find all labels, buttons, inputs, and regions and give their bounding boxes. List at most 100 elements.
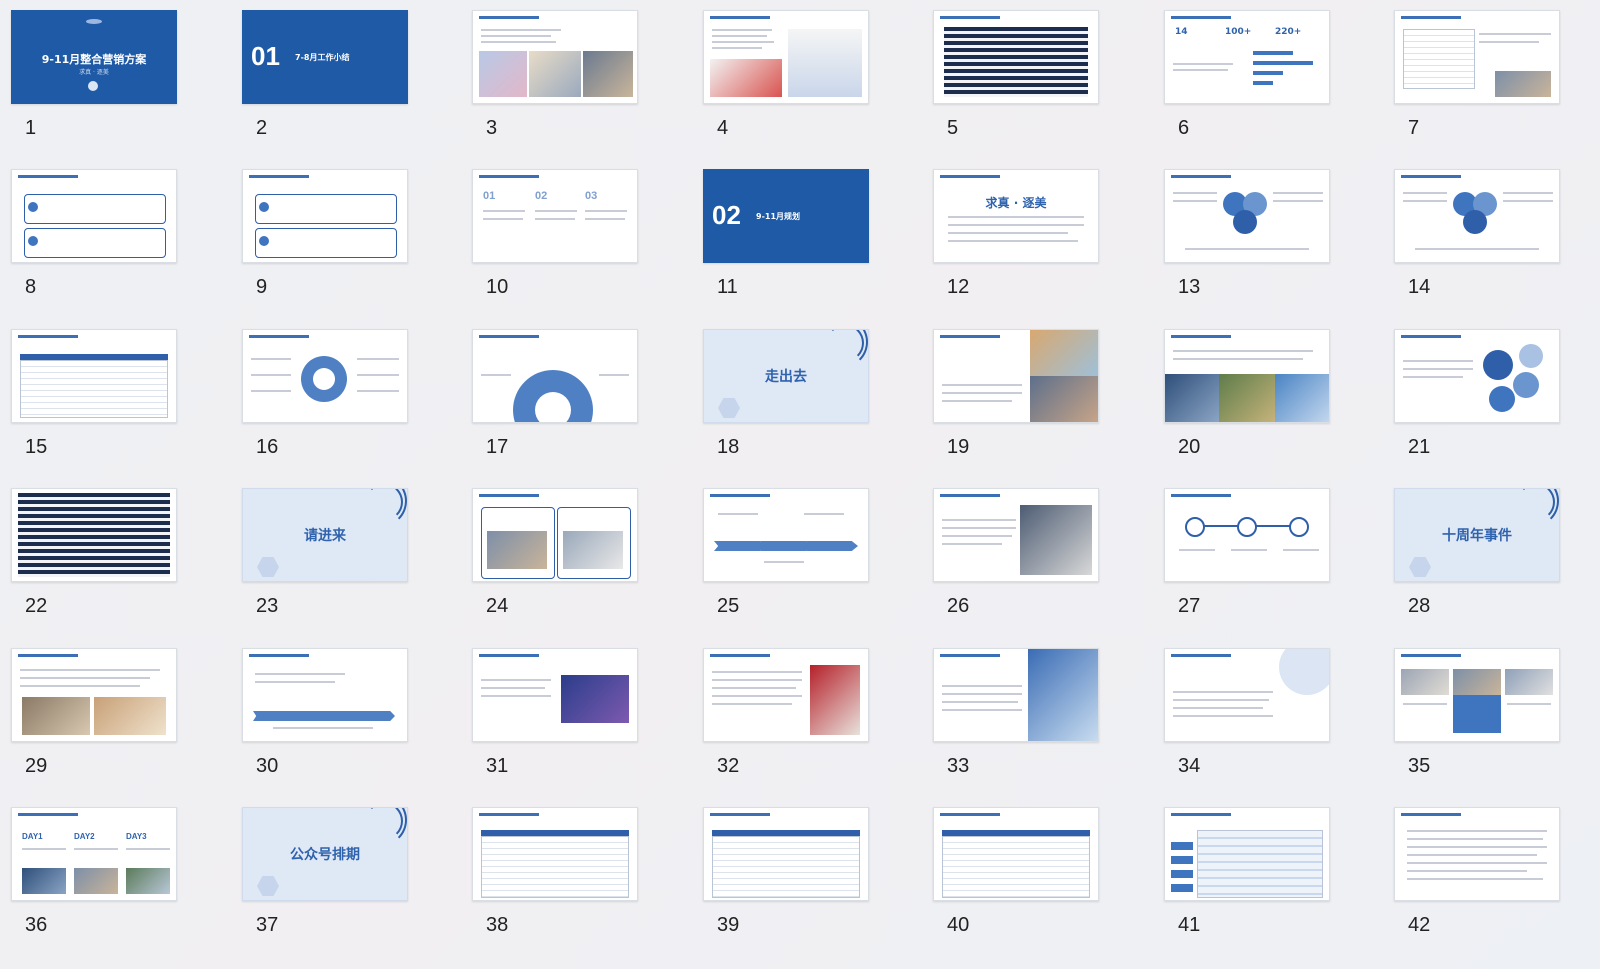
slide-thumbnail[interactable]: 01 7-8月工作小结 [242, 10, 408, 104]
slide-item-36[interactable]: DAY1 DAY2 DAY3 36 [11, 807, 177, 947]
slide-item-31[interactable]: 31 [472, 648, 638, 788]
slide-thumbnail[interactable] [933, 648, 1099, 742]
slide-number: 34 [1178, 755, 1201, 777]
slide-item-25[interactable]: 25 [703, 488, 869, 628]
slide-thumbnail[interactable]: 走出去 [703, 329, 869, 423]
slide-number: 25 [717, 595, 740, 617]
slide-item-1[interactable]: 9-11月整合营销方案 求真 · 逐美 1 [11, 10, 177, 150]
slide-number: 11 [717, 276, 738, 298]
slide-item-13[interactable]: 13 [1164, 169, 1330, 309]
slide-thumbnail[interactable] [703, 488, 869, 582]
slide-item-29[interactable]: 29 [11, 648, 177, 788]
slide-thumbnail[interactable] [242, 329, 408, 423]
slide-number: 36 [25, 914, 48, 936]
slide-thumbnail[interactable] [703, 10, 869, 104]
slide-item-23[interactable]: 请进来 23 [242, 488, 408, 628]
slide-thumbnail[interactable] [1164, 807, 1330, 901]
slide-thumbnail[interactable] [1394, 10, 1560, 104]
slide-item-26[interactable]: 26 [933, 488, 1099, 628]
slide-number: 14 [1408, 276, 1431, 298]
slide-item-7[interactable]: 7 [1394, 10, 1560, 150]
slide-item-2[interactable]: 01 7-8月工作小结 2 [242, 10, 408, 150]
slide-item-34[interactable]: 34 [1164, 648, 1330, 788]
slide-item-42[interactable]: 42 [1394, 807, 1560, 947]
slide-thumbnail[interactable]: 02 9-11月规划 [703, 169, 869, 263]
slide-thumbnail[interactable] [472, 488, 638, 582]
slide-thumbnail[interactable] [1394, 648, 1560, 742]
slide-item-38[interactable]: 38 [472, 807, 638, 947]
slide-item-28[interactable]: 十周年事件 28 [1394, 488, 1560, 628]
slide-number: 37 [256, 914, 279, 936]
slide-thumbnail[interactable] [933, 329, 1099, 423]
slide-thumbnail[interactable] [472, 807, 638, 901]
slide-thumbnail[interactable] [1164, 169, 1330, 263]
slide-item-6[interactable]: 14 100+ 220+ 6 [1164, 10, 1330, 150]
slide-thumbnail[interactable] [472, 648, 638, 742]
slide-item-32[interactable]: 32 [703, 648, 869, 788]
slide-thumbnail[interactable] [242, 648, 408, 742]
slide-thumbnail[interactable]: 求真 · 逐美 [933, 169, 1099, 263]
day-label: DAY3 [126, 832, 147, 841]
slide-number: 39 [717, 914, 740, 936]
slide-sorter-grid: 9-11月整合营销方案 求真 · 逐美 1 01 7-8月工作小结 2 3 4 … [0, 0, 1600, 969]
slide-thumbnail[interactable] [933, 807, 1099, 901]
column-number: 03 [585, 190, 598, 202]
slide-item-20[interactable]: 20 [1164, 329, 1330, 469]
slide-thumbnail[interactable] [472, 329, 638, 423]
slide-thumbnail[interactable] [933, 10, 1099, 104]
slide-thumbnail[interactable] [1164, 329, 1330, 423]
slide-item-33[interactable]: 33 [933, 648, 1099, 788]
slide-item-37[interactable]: 公众号排期 37 [242, 807, 408, 947]
slide-thumbnail[interactable] [472, 10, 638, 104]
slide-number: 35 [1408, 755, 1431, 777]
slide-thumbnail[interactable] [1394, 807, 1560, 901]
slide-item-19[interactable]: 19 [933, 329, 1099, 469]
slide-thumbnail[interactable] [1394, 169, 1560, 263]
slide-thumbnail[interactable] [703, 648, 869, 742]
slide-item-9[interactable]: 9 [242, 169, 408, 309]
slide-thumbnail[interactable] [1164, 648, 1330, 742]
slide-thumbnail[interactable] [11, 488, 177, 582]
slide-item-22[interactable]: 22 [11, 488, 177, 628]
slide-thumbnail[interactable] [703, 807, 869, 901]
slide-item-15[interactable]: 15 [11, 329, 177, 469]
slide-thumbnail[interactable] [242, 169, 408, 263]
slide-thumbnail[interactable]: 公众号排期 [242, 807, 408, 901]
slide-thumbnail[interactable] [933, 488, 1099, 582]
slide-item-8[interactable]: 8 [11, 169, 177, 309]
slide-item-5[interactable]: 5 [933, 10, 1099, 150]
slide-item-4[interactable]: 4 [703, 10, 869, 150]
slide-thumbnail[interactable]: 9-11月整合营销方案 求真 · 逐美 [11, 10, 177, 104]
slide-item-24[interactable]: 24 [472, 488, 638, 628]
slide-item-18[interactable]: 走出去 18 [703, 329, 869, 469]
slide-number: 3 [486, 117, 498, 139]
slide-item-12[interactable]: 求真 · 逐美 12 [933, 169, 1099, 309]
slide-item-27[interactable]: 27 [1164, 488, 1330, 628]
slide-item-39[interactable]: 39 [703, 807, 869, 947]
slide-thumbnail[interactable] [11, 329, 177, 423]
logo-icon [88, 81, 98, 91]
slide-number: 24 [486, 595, 509, 617]
slide-item-30[interactable]: 30 [242, 648, 408, 788]
slide-thumbnail[interactable]: 01 02 03 [472, 169, 638, 263]
slide-thumbnail[interactable]: 十周年事件 [1394, 488, 1560, 582]
slide-thumbnail[interactable] [11, 169, 177, 263]
slide-item-41[interactable]: 41 [1164, 807, 1330, 947]
slide-item-14[interactable]: 14 [1394, 169, 1560, 309]
slide-thumbnail[interactable] [1394, 329, 1560, 423]
slide-item-16[interactable]: 16 [242, 329, 408, 469]
slide-thumbnail[interactable] [1164, 488, 1330, 582]
slide-title: 求真 · 逐美 [985, 196, 1047, 210]
slide-thumbnail[interactable]: 14 100+ 220+ [1164, 10, 1330, 104]
slide-thumbnail[interactable]: 请进来 [242, 488, 408, 582]
slide-item-35[interactable]: 35 [1394, 648, 1560, 788]
section-title: 7-8月工作小结 [295, 53, 350, 62]
slide-item-21[interactable]: 21 [1394, 329, 1560, 469]
slide-item-3[interactable]: 3 [472, 10, 638, 150]
slide-thumbnail[interactable]: DAY1 DAY2 DAY3 [11, 807, 177, 901]
slide-item-40[interactable]: 40 [933, 807, 1099, 947]
slide-item-11[interactable]: 02 9-11月规划 11 [703, 169, 869, 309]
slide-thumbnail[interactable] [11, 648, 177, 742]
slide-item-17[interactable]: 17 [472, 329, 638, 469]
slide-item-10[interactable]: 01 02 03 10 [472, 169, 638, 309]
